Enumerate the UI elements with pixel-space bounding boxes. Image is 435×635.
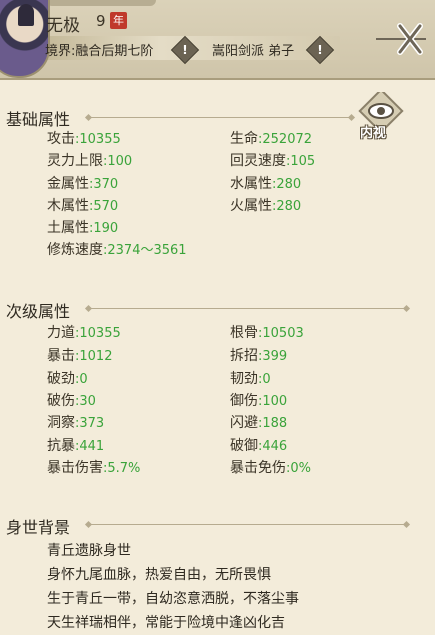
attr-parry: 拆招:399 <box>230 348 288 364</box>
attr-strength: 力道:10355 <box>47 325 121 341</box>
attr-earth: 土属性:190 <box>47 220 119 236</box>
background-line: 身怀九尾血脉，热爱自由，无所畏惧 <box>47 567 271 583</box>
basic-divider <box>90 117 350 118</box>
attr-crit-damage-reduce: 暴击免伤:0% <box>230 460 312 476</box>
background-line: 生于青丘一带，自幼恣意洒脱，不落尘事 <box>47 591 299 607</box>
attr-crit-damage: 暴击伤害:5.7% <box>47 460 141 476</box>
attr-hp: 生命:252072 <box>230 131 313 147</box>
attr-toughness: 韧劲:0 <box>230 371 271 387</box>
sect-label: 嵩阳剑派 弟子 <box>212 44 295 59</box>
secondary-divider <box>90 308 405 309</box>
character-name: 无极 <box>46 16 80 36</box>
background-line: 青丘遗脉身世 <box>47 543 131 559</box>
avatar[interactable] <box>0 0 50 78</box>
attr-damage-boost: 破伤:30 <box>47 393 96 409</box>
attr-wood: 木属性:570 <box>47 198 119 214</box>
close-icon <box>376 23 426 55</box>
attr-crit-resist: 抗暴:441 <box>47 438 105 454</box>
close-button[interactable] <box>372 18 430 60</box>
inspect-label[interactable]: 内视 <box>360 122 386 141</box>
attr-dodge: 闪避:188 <box>230 415 288 431</box>
age-badge: 年 <box>110 12 127 29</box>
attr-cultivation-speed: 修炼速度:2374～3561 <box>47 242 187 258</box>
background-title: 身世背景 <box>6 518 71 537</box>
attr-mana-regen: 回灵速度:105 <box>230 153 316 169</box>
attr-constitution: 根骨:10503 <box>230 325 304 341</box>
background-line: 天生祥瑞相伴，常能于险境中逢凶化吉 <box>47 615 285 631</box>
attr-defense-break: 破御:446 <box>230 438 288 454</box>
attr-attack: 攻击:10355 <box>47 131 121 147</box>
basic-attributes-title: 基础属性 <box>6 110 71 129</box>
attr-crit: 暴击:1012 <box>47 348 113 364</box>
attr-damage-reduce: 御伤:100 <box>230 393 288 409</box>
background-divider <box>90 524 405 525</box>
attr-mana-max: 灵力上限:100 <box>47 153 133 169</box>
attr-water: 水属性:280 <box>230 176 302 192</box>
header-tab-decoration <box>46 0 156 6</box>
attr-break-force: 破劲:0 <box>47 371 88 387</box>
secondary-attributes-title: 次级属性 <box>6 302 71 321</box>
character-attributes-panel: 无极 9 年 境界:融合后期七阶 ! 嵩阳剑派 弟子 ! 内视 基础属性 攻击:… <box>0 0 435 635</box>
attr-insight: 洞察:373 <box>47 415 105 431</box>
realm-label: 境界:融合后期七阶 <box>45 44 154 59</box>
attr-metal: 金属性:370 <box>47 176 119 192</box>
attr-fire: 火属性:280 <box>230 198 302 214</box>
character-age: 9 <box>96 12 106 30</box>
